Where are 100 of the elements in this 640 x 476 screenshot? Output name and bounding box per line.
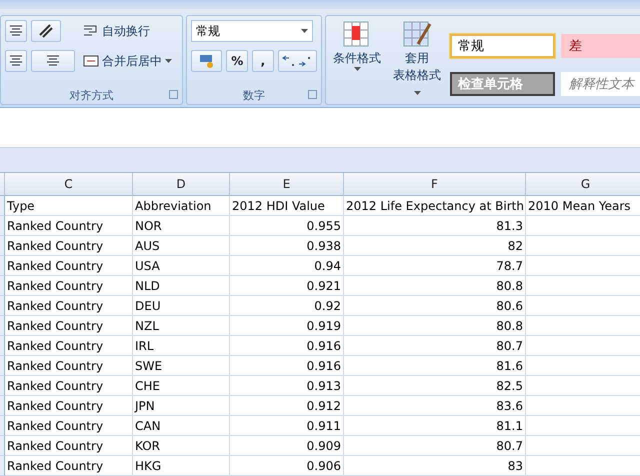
number-format-dropdown[interactable]: 常规 xyxy=(191,20,313,42)
table-cell: 80.8 xyxy=(344,316,526,336)
table-cell: 81.3 xyxy=(344,216,526,236)
table-cell: 0.912 xyxy=(230,396,344,416)
column-header[interactable]: F xyxy=(344,173,526,196)
table-cell: Ranked Country xyxy=(5,376,133,396)
table-cell: NLD xyxy=(133,276,230,296)
table-cell: 2012 Life Expectancy at Birth xyxy=(344,196,526,216)
table-cell: Abbreviation xyxy=(133,196,230,216)
column-header[interactable]: D xyxy=(133,173,230,196)
table-cell: Ranked Country xyxy=(5,336,133,356)
table-cell: 83.6 xyxy=(344,396,526,416)
currency-button[interactable] xyxy=(191,50,222,72)
table-cell: AUS xyxy=(133,236,230,256)
row-header[interactable] xyxy=(0,416,5,436)
row-header[interactable] xyxy=(0,216,5,236)
table-cell: IRL xyxy=(133,336,230,356)
merge-center-button[interactable]: 合并后居中 xyxy=(81,50,174,72)
row-header[interactable] xyxy=(0,296,5,316)
table-cell: CAN xyxy=(133,416,230,436)
align-right-button[interactable] xyxy=(5,50,27,72)
table-cell: Ranked Country xyxy=(5,296,133,316)
wrap-text-button[interactable]: 自动换行 xyxy=(81,20,174,42)
table-cell: KOR xyxy=(133,436,230,456)
row-header[interactable] xyxy=(0,396,5,416)
table-cell: 0.916 xyxy=(230,336,344,356)
table-cell: HKG xyxy=(133,456,230,476)
table-cell: 0.94 xyxy=(230,256,344,276)
caret-icon xyxy=(414,91,420,96)
merge-cells-icon xyxy=(83,53,99,70)
currency-icon xyxy=(198,53,215,70)
table-cell: 83 xyxy=(344,456,526,476)
row-header[interactable] xyxy=(0,376,5,396)
table-cell: 2012 HDI Value xyxy=(230,196,344,216)
row-header[interactable] xyxy=(0,436,5,456)
table-format-button[interactable]: 套用 表格格式 xyxy=(390,20,444,104)
cell-style-option[interactable]: 差 xyxy=(561,34,640,58)
decimal-buttons[interactable] xyxy=(278,50,317,72)
caret-icon xyxy=(301,29,308,34)
table-cell: Ranked Country xyxy=(5,416,133,436)
row-header[interactable] xyxy=(0,196,5,216)
table-cell: CHE xyxy=(133,376,230,396)
align-center-button[interactable] xyxy=(5,20,27,42)
cell-style-option[interactable]: 解释性文本 xyxy=(561,72,640,96)
column-header[interactable]: C xyxy=(5,173,133,196)
table-cell: Ranked Country xyxy=(5,216,133,236)
table-cell: 0.916 xyxy=(230,356,344,376)
table-cell: 80.7 xyxy=(344,336,526,356)
table-cell: Ranked Country xyxy=(5,256,133,276)
table-cell: NZL xyxy=(133,316,230,336)
table-cell: 0.92 xyxy=(230,296,344,316)
table-cell: NOR xyxy=(133,216,230,236)
cell-style-option[interactable]: 常规 xyxy=(450,34,555,58)
table-cell: 0.921 xyxy=(230,276,344,296)
row-header[interactable] xyxy=(0,316,5,336)
table-cell: 0.906 xyxy=(230,456,344,476)
caret-icon xyxy=(165,59,172,64)
row-header[interactable] xyxy=(0,336,5,356)
table-cell: 81.1 xyxy=(344,416,526,436)
comma-button[interactable]: , xyxy=(252,50,274,72)
column-header[interactable]: E xyxy=(230,173,344,196)
table-cell: Ranked Country xyxy=(5,436,133,456)
table-cell: 82 xyxy=(344,236,526,256)
row-header[interactable] xyxy=(0,236,5,256)
table-cell: DEU xyxy=(133,296,230,316)
table-cell: 80.7 xyxy=(344,436,526,456)
row-header[interactable] xyxy=(0,456,5,476)
dialog-launcher-icon[interactable] xyxy=(308,90,317,100)
table-cell: JPN xyxy=(133,396,230,416)
indent-button[interactable] xyxy=(31,50,75,72)
table-cell: Ranked Country xyxy=(5,396,133,416)
group-label: 数字 xyxy=(243,88,265,103)
conditional-format-button[interactable]: 条件格式 xyxy=(330,20,384,104)
table-cell: Ranked Country xyxy=(5,356,133,376)
column-header[interactable]: G xyxy=(526,173,640,196)
table-cell: Ranked Country xyxy=(5,276,133,296)
orientation-button[interactable] xyxy=(31,20,61,42)
table-cell: 78.7 xyxy=(344,256,526,276)
table-cell: 82.5 xyxy=(344,376,526,396)
angled-text-icon xyxy=(38,23,54,40)
row-header[interactable] xyxy=(0,276,5,296)
percent-button[interactable]: % xyxy=(226,50,248,72)
select-all-corner[interactable] xyxy=(0,173,5,196)
table-cell: 0.913 xyxy=(230,376,344,396)
table-cell: Ranked Country xyxy=(5,316,133,336)
table-cell: USA xyxy=(133,256,230,276)
group-label: 对齐方式 xyxy=(70,88,114,103)
table-cell: 0.919 xyxy=(230,316,344,336)
row-header[interactable] xyxy=(0,356,5,376)
table-cell: 80.6 xyxy=(344,296,526,316)
table-cell: 81.6 xyxy=(344,356,526,376)
table-cell: 0.911 xyxy=(230,416,344,436)
table-cell: Ranked Country xyxy=(5,236,133,256)
caret-icon xyxy=(354,67,360,72)
table-cell: 2010 Mean Years xyxy=(526,196,640,216)
row-header[interactable] xyxy=(0,256,5,276)
dialog-launcher-icon[interactable] xyxy=(169,90,178,100)
table-cell: 0.909 xyxy=(230,436,344,456)
table-cell: Type xyxy=(5,196,133,216)
table-cell: 80.8 xyxy=(344,276,526,296)
